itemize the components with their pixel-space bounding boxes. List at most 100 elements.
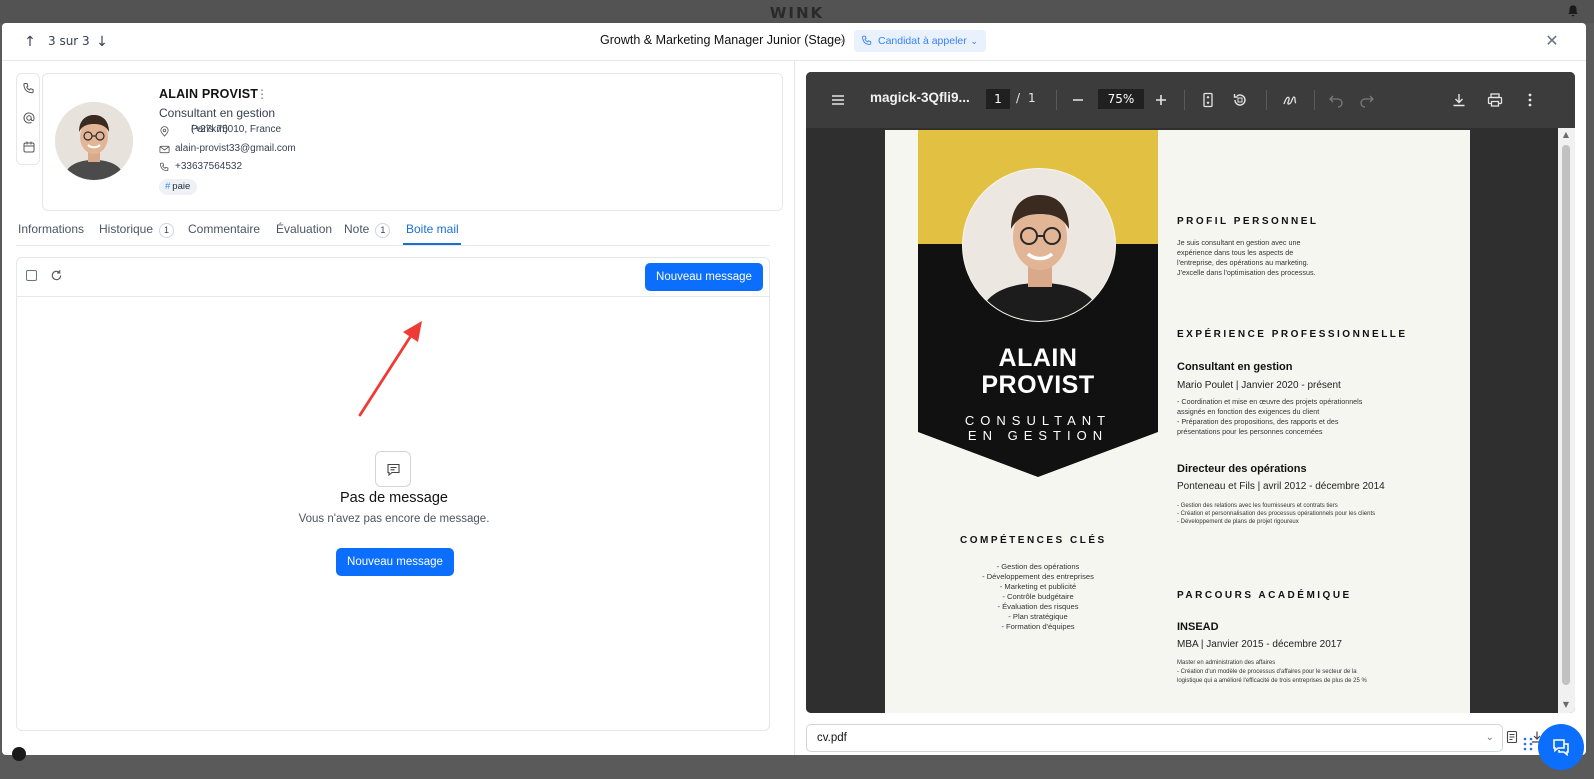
candidate-counter: 3 sur 3 bbox=[48, 34, 90, 48]
cv-role-line1: CONSULTANT bbox=[964, 413, 1112, 428]
previous-candidate-button[interactable]: ↑ bbox=[22, 34, 38, 50]
cv-skill: - Marketing et publicité bbox=[999, 582, 1077, 591]
pdf-canvas[interactable]: ALAIN PROVIST CONSULTANT EN GESTION PROF… bbox=[806, 128, 1558, 713]
tab-historique[interactable]: Historique 1 bbox=[99, 222, 175, 238]
candidate-panel: ALAIN PROVIST ⋮ Consultant en gestion Pa… bbox=[16, 71, 784, 755]
map-pin-icon bbox=[160, 126, 169, 137]
tab-count-badge: 1 bbox=[159, 223, 175, 238]
phone-icon[interactable] bbox=[22, 82, 36, 96]
document-list-icon[interactable] bbox=[1505, 730, 1519, 744]
mail-icon bbox=[159, 145, 170, 154]
candidate-phone[interactable]: +33637564532 bbox=[175, 161, 242, 172]
zoom-in-icon[interactable] bbox=[1153, 92, 1169, 108]
quick-actions bbox=[16, 73, 40, 165]
scroll-up-icon[interactable]: ▲ bbox=[1561, 130, 1571, 139]
chevron-down-icon: ⌄ bbox=[970, 36, 978, 46]
empty-state-title: Pas de message bbox=[339, 490, 448, 506]
candidate-email[interactable]: alain-provist33@gmail.com bbox=[175, 143, 296, 154]
calendar-icon[interactable] bbox=[22, 140, 36, 154]
drag-handle-icon[interactable] bbox=[1523, 737, 1533, 751]
tab-informations[interactable]: Informations bbox=[18, 222, 84, 236]
download-icon[interactable] bbox=[1451, 92, 1467, 108]
at-sign-icon[interactable] bbox=[22, 111, 36, 125]
rotate-icon[interactable] bbox=[1232, 92, 1248, 108]
toolbar-divider bbox=[1056, 90, 1057, 110]
brand-logo: WINK bbox=[769, 4, 825, 22]
pdf-file-name: magick-3Qfli9... bbox=[870, 90, 970, 105]
tab-label: Évaluation bbox=[276, 222, 333, 236]
select-all-checkbox[interactable] bbox=[26, 270, 37, 281]
empty-new-message-button[interactable]: Nouveau message bbox=[336, 548, 454, 576]
status-label: Candidat à appeler bbox=[878, 35, 967, 47]
scroll-down-icon[interactable]: ▼ bbox=[1561, 700, 1571, 709]
user-avatar-small[interactable] bbox=[12, 747, 26, 761]
pdf-viewer: magick-3Qfli9... 1 / 1 75% ALAIN PROVIST… bbox=[806, 72, 1575, 713]
cv-profile-heading: PROFIL PERSONNEL bbox=[1177, 216, 1319, 227]
tab-label: Commentaire bbox=[188, 222, 261, 236]
zoom-out-icon[interactable] bbox=[1070, 92, 1086, 108]
page-total: 1 bbox=[1028, 91, 1036, 105]
tab-boite-mail[interactable]: Boite mail bbox=[406, 222, 459, 236]
modal-header: ↑ 3 sur 3 ↓ Growth & Marketing Manager J… bbox=[2, 23, 1586, 61]
cv-profile-line: Je suis consultant en gestion avec une bbox=[1177, 238, 1301, 247]
cv-name-line2: PROVIST bbox=[981, 371, 1095, 399]
more-vertical-icon[interactable] bbox=[1522, 92, 1538, 108]
cv-job2-line: - Création et personnalisation des proce… bbox=[1177, 511, 1376, 517]
tab-label: Note bbox=[344, 222, 370, 236]
cv-edu-line: - Création d'un modèle de processus d'af… bbox=[1177, 669, 1357, 675]
print-icon[interactable] bbox=[1487, 92, 1503, 108]
cv-job2-line: - Développement de plans de projet rigou… bbox=[1177, 519, 1299, 525]
candidate-name: ALAIN PROVIST bbox=[159, 87, 259, 101]
active-tab-indicator bbox=[403, 243, 461, 245]
next-candidate-button[interactable]: ↓ bbox=[94, 34, 110, 50]
cv-job2-title: Directeur des opérations bbox=[1177, 463, 1307, 475]
cv-skills-list: - Gestion des opérations - Développement… bbox=[918, 562, 1158, 632]
toolbar-divider bbox=[1184, 90, 1185, 110]
cv-degree-meta: MBA | Janvier 2015 - décembre 2017 bbox=[1177, 639, 1342, 650]
chat-support-button[interactable] bbox=[1538, 724, 1584, 770]
tab-evaluation[interactable]: Évaluation bbox=[276, 222, 332, 236]
tag-label: paie bbox=[172, 181, 191, 192]
scroll-thumb[interactable] bbox=[1562, 145, 1570, 685]
cv-skill: - Formation d'équipes bbox=[1001, 622, 1075, 631]
tab-commentaire[interactable]: Commentaire bbox=[188, 222, 260, 236]
cv-profile-line: J'excelle dans l'optimisation des proces… bbox=[1177, 268, 1316, 277]
cv-job2-meta: Ponteneau et Fils | avril 2012 - décembr… bbox=[1177, 481, 1385, 492]
cv-skill: - Évaluation des risques bbox=[997, 602, 1079, 611]
bell-icon[interactable] bbox=[1566, 4, 1580, 18]
document-select[interactable]: cv.pdf ⌄ bbox=[806, 724, 1503, 752]
cv-school: INSEAD bbox=[1177, 621, 1219, 633]
cv-job1-line: présentations pour les personnes concern… bbox=[1177, 427, 1323, 436]
cv-job1-line: - Coordination et mise en œuvre des proj… bbox=[1177, 397, 1363, 406]
candidate-tag[interactable]: # paie bbox=[159, 179, 198, 195]
more-options-icon[interactable]: ⋮ bbox=[256, 87, 268, 101]
tab-label: Historique bbox=[99, 222, 154, 236]
menu-icon[interactable] bbox=[830, 92, 846, 108]
annotate-icon[interactable] bbox=[1282, 92, 1298, 108]
cv-edu-line: Master en administration des affaires bbox=[1177, 660, 1276, 666]
tab-label: Informations bbox=[18, 222, 85, 236]
job-title[interactable]: Growth & Marketing Manager Junior (Stage… bbox=[600, 33, 845, 47]
page-number-input[interactable]: 1 bbox=[986, 89, 1010, 109]
fit-page-icon[interactable] bbox=[1200, 92, 1216, 108]
candidate-title: Consultant en gestion bbox=[159, 106, 276, 120]
zoom-level[interactable]: 75% bbox=[1098, 89, 1144, 109]
chat-icon bbox=[1553, 739, 1569, 757]
tab-note[interactable]: Note 1 bbox=[344, 222, 391, 238]
candidate-tabs: Informations Historique 1 Commentaire Éva… bbox=[16, 218, 770, 246]
refresh-icon[interactable] bbox=[50, 269, 63, 282]
tab-count-badge: 1 bbox=[375, 223, 391, 238]
status-dropdown[interactable]: Candidat à appeler ⌄ bbox=[854, 30, 986, 52]
redo-icon[interactable] bbox=[1359, 92, 1375, 108]
toolbar-divider bbox=[1266, 90, 1267, 110]
pdf-toolbar: magick-3Qfli9... 1 / 1 75% bbox=[806, 72, 1575, 128]
close-icon[interactable]: ✕ bbox=[1543, 32, 1561, 50]
candidate-distance: (+27km) bbox=[191, 124, 228, 135]
cv-skills-heading: COMPÉTENCES CLÉS bbox=[960, 535, 1107, 546]
new-message-button[interactable]: Nouveau message bbox=[645, 263, 763, 291]
undo-icon[interactable] bbox=[1328, 92, 1344, 108]
cv-job1-meta: Mario Poulet | Janvier 2020 - présent bbox=[1177, 380, 1341, 391]
cv-job1-line: - Préparation des propositions, des rapp… bbox=[1177, 417, 1339, 426]
cv-skill: - Plan stratégique bbox=[1008, 612, 1068, 621]
pdf-scrollbar[interactable]: ▲ ▼ bbox=[1558, 128, 1575, 713]
